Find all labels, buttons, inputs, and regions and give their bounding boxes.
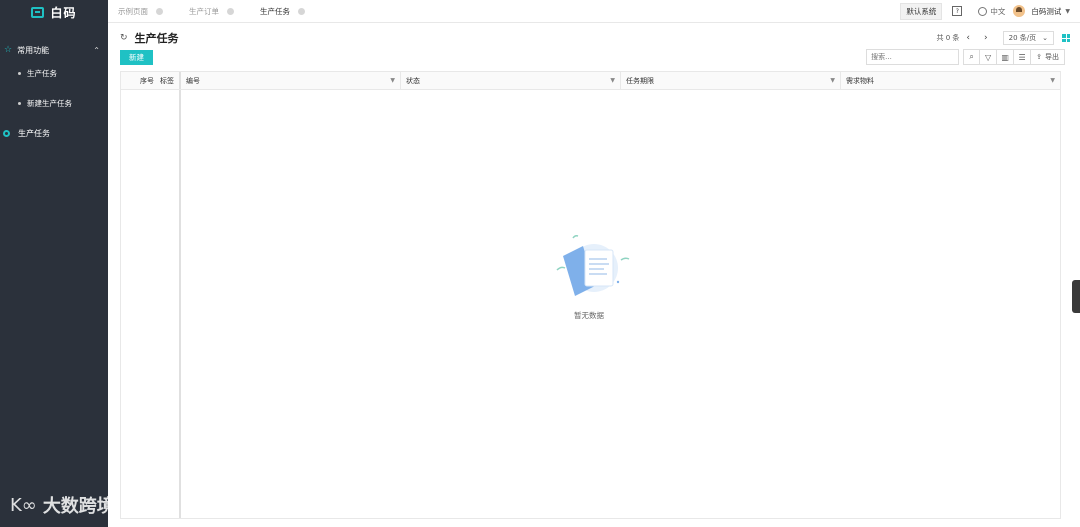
app-logo[interactable]: 白码: [0, 0, 108, 24]
empty-document-icon: [556, 235, 630, 296]
sidebar-group-common[interactable]: ☆ 常用功能 ⌃: [0, 42, 108, 58]
columns-icon[interactable]: ☰: [1014, 49, 1032, 65]
sort-down-icon[interactable]: ▼: [390, 77, 395, 84]
title-row: ↻ 生产任务 共 0 条 ‹ › 20 条/页 ⌄: [120, 31, 1070, 45]
close-icon[interactable]: [298, 7, 305, 15]
next-page-icon[interactable]: ›: [984, 33, 988, 43]
default-system-button[interactable]: 默认系统: [900, 2, 943, 20]
tab-label: 生产任务: [260, 6, 290, 16]
column-header-label: 编号: [186, 76, 200, 85]
bullet-icon: [18, 101, 21, 105]
help-icon[interactable]: ?: [952, 6, 963, 16]
close-icon[interactable]: [156, 7, 163, 15]
page-title: 生产任务: [134, 32, 179, 45]
globe-icon[interactable]: [978, 6, 988, 16]
refresh-icon[interactable]: ↻: [120, 33, 128, 43]
prev-page-icon[interactable]: ‹: [966, 33, 970, 43]
export-button[interactable]: ⇪ 导出: [1031, 49, 1065, 65]
top-bar: 示例页面 生产订单 生产任务 默认系统 ? 中文 白码测试 ▼: [108, 0, 1080, 23]
table-header: 序号 标签 编号 ▼ 状态 ▼ 任务期限 ▼ 需求物料 ▼: [121, 72, 1060, 90]
chart-icon[interactable]: ▥: [997, 49, 1015, 65]
column-header-index: 序号: [140, 76, 154, 85]
top-right-controls: 默认系统 ? 中文 白码测试 ▼: [900, 2, 1080, 20]
caret-down-icon[interactable]: ▼: [1065, 8, 1070, 15]
filter-icon[interactable]: ▽: [980, 49, 998, 65]
export-label: 导出: [1045, 53, 1059, 61]
column-header-label: 状态: [406, 76, 420, 85]
sidebar: 白码 ☆ 常用功能 ⌃ 生产任务 新建生产任务 生产任务: [0, 0, 108, 527]
sidebar-item-label: 生产任务: [18, 128, 50, 138]
fixed-column-area: [121, 90, 181, 518]
bullet-icon: [18, 71, 21, 75]
sidebar-item-production-task[interactable]: 生产任务: [0, 58, 108, 88]
language-switch[interactable]: 中文: [990, 6, 1005, 17]
watermark: K∞ 大数跨境: [10, 492, 115, 518]
sidebar-item-label: 生产任务: [27, 68, 57, 78]
tab-label: 示例页面: [118, 6, 148, 16]
search-input[interactable]: [866, 49, 960, 65]
sidebar-item-new-production-task[interactable]: 新建生产任务: [0, 88, 108, 118]
floating-handle[interactable]: [1072, 280, 1080, 313]
column-header-code[interactable]: 编号 ▼: [181, 72, 401, 89]
empty-state-text: 暂无数据: [574, 311, 604, 320]
search-icon[interactable]: ⌕: [963, 49, 981, 65]
circle-icon: [3, 129, 10, 137]
column-header-label: 需求物料: [846, 76, 874, 85]
page-size-select[interactable]: 20 条/页 ⌄: [1002, 31, 1054, 45]
sort-down-icon[interactable]: ▼: [830, 77, 835, 84]
tab-production-order[interactable]: 生产订单: [189, 6, 234, 17]
username[interactable]: 白码测试: [1031, 6, 1061, 17]
tab-production-task[interactable]: 生产任务: [260, 6, 305, 17]
column-header-deadline[interactable]: 任务期限 ▼: [621, 72, 841, 89]
logo-icon: [31, 6, 45, 18]
sort-down-icon[interactable]: ▼: [610, 77, 615, 84]
column-header-tag: 标签: [160, 76, 174, 85]
fixed-header: 序号 标签: [121, 72, 181, 89]
data-table: 序号 标签 编号 ▼ 状态 ▼ 任务期限 ▼ 需求物料 ▼ 暂无数据: [120, 71, 1061, 519]
column-header-label: 任务期限: [626, 76, 654, 85]
new-button[interactable]: 新建: [120, 50, 153, 65]
watermark-logo-icon: K∞: [10, 494, 37, 516]
star-icon: ☆: [4, 45, 13, 55]
pager: 共 0 条 ‹ › 20 条/页 ⌄: [936, 31, 1070, 45]
chevron-down-icon: ⌄: [1042, 34, 1048, 42]
upload-icon: ⇪: [1036, 53, 1042, 61]
close-icon[interactable]: [227, 7, 234, 15]
sidebar-item-label: 新建生产任务: [27, 98, 72, 108]
tab-example-page[interactable]: 示例页面: [118, 6, 163, 17]
column-header-material[interactable]: 需求物料 ▼: [841, 72, 1060, 89]
table-toolbar: ⌕ ▽ ▥ ☰ ⇪ 导出: [866, 49, 1065, 65]
page-size-value: 20 条/页: [1008, 34, 1037, 42]
column-header-status[interactable]: 状态 ▼: [401, 72, 621, 89]
main-content: ↻ 生产任务 共 0 条 ‹ › 20 条/页 ⌄ 新建 ⌕ ▽ ▥ ☰ ⇪ 导…: [108, 23, 1080, 527]
sidebar-group-label: 常用功能: [17, 45, 50, 55]
tab-label: 生产订单: [189, 6, 219, 16]
avatar[interactable]: [1013, 5, 1026, 17]
empty-state: 暂无数据: [539, 232, 639, 321]
logo-text: 白码: [50, 5, 77, 20]
sidebar-item-production-task-root[interactable]: 生产任务: [0, 122, 108, 144]
total-count: 共 0 条: [936, 34, 960, 42]
layout-grid-icon[interactable]: [1062, 34, 1070, 42]
chevron-up-icon: ⌃: [93, 45, 100, 55]
tab-bar: 示例页面 生产订单 生产任务: [108, 0, 900, 23]
watermark-text: 大数跨境: [42, 496, 115, 517]
sort-down-icon[interactable]: ▼: [1050, 77, 1055, 84]
